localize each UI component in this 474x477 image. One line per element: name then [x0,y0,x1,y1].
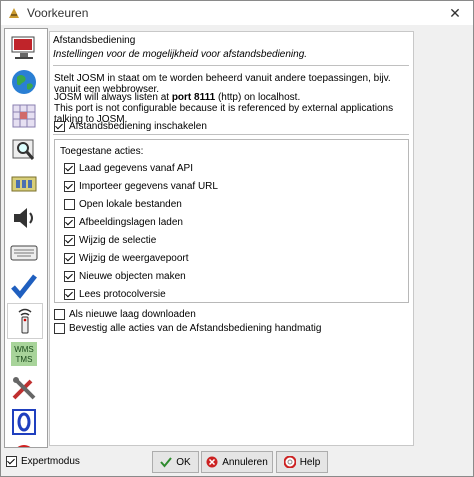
checkbox-label: Nieuwe objecten maken [79,271,186,282]
sidebar-item-audio[interactable] [7,201,41,235]
download-new-layer-checkbox[interactable]: Als nieuwe laag downloaden [54,309,196,320]
preferences-sidebar: WMSTMS ▲ ▼ [4,28,48,448]
check-icon [160,457,173,468]
sidebar-item-advanced[interactable] [7,371,41,405]
josm-app-icon [9,8,19,18]
allowed-actions-group: Toegestane acties: Laad gegevens vanaf A… [54,139,409,303]
cancel-icon [206,456,218,468]
checkbox-label: Wijzig de selectie [79,235,157,246]
sidebar-item-plugins[interactable] [7,167,41,201]
checkbox-label: Als nieuwe laag downloaden [69,309,196,320]
checkbox-label: Afbeeldingslagen laden [79,217,183,228]
wms-tms-icon: WMSTMS [11,342,37,366]
sidebar-item-map-projection[interactable] [7,99,41,133]
title-bar: Voorkeuren ✕ [1,1,473,25]
action-checkbox-import-url[interactable]: Importeer gegevens vanaf URL [64,181,218,192]
keyboard-icon [10,245,38,261]
ok-label: OK [176,456,191,468]
svg-text:TMS: TMS [16,355,33,364]
checkbox-box[interactable] [54,121,65,132]
cancel-label: Annuleren [222,456,268,468]
help-button[interactable]: Help [276,451,328,473]
close-button[interactable]: ✕ [437,1,473,25]
sidebar-item-shortcuts[interactable] [7,235,41,269]
port-info-suffix: (http) on localhost. [215,92,301,103]
action-checkbox-create-objects[interactable]: Nieuwe objecten maken [64,271,186,282]
port-info-prefix: JOSM will always listen at [54,92,172,103]
magnifier-icon [12,139,35,160]
cancel-button[interactable]: Annuleren [201,451,273,473]
action-checkbox-load-api[interactable]: Laad gegevens vanaf API [64,163,193,174]
panel-title: Afstandsbediening [53,35,136,46]
checkbox-box[interactable] [64,253,75,264]
action-checkbox-change-selection[interactable]: Wijzig de selectie [64,235,156,246]
checkbox-label: Lees protocolversie [79,289,166,300]
sidebar-item-display[interactable] [7,31,41,65]
ok-button[interactable]: OK [152,451,199,473]
checkbox-box[interactable] [54,309,65,320]
checkbox-box[interactable] [64,271,75,282]
checkbox-box[interactable] [54,323,65,334]
action-checkbox-load-imagery[interactable]: Afbeeldingslagen laden [64,217,183,228]
grid-icon [12,104,36,128]
remote-control-panel: Afstandsbediening Instellingen voor de m… [49,31,414,446]
checkbox-box[interactable] [64,199,75,210]
checkbox-label: Afstandsbediening inschakelen [69,121,207,132]
plugin-icon [11,176,37,192]
sidebar-item-map-settings[interactable] [7,133,41,167]
dialog-footer: Expertmodus OK Annuleren Help [1,448,473,476]
checkbox-label: Expertmodus [21,456,80,467]
sidebar-item-update[interactable] [7,439,41,447]
port-info-text: JOSM will always listen at port 8111 (ht… [54,92,300,103]
enable-remote-control-checkbox[interactable]: Afstandsbediening inschakelen [54,121,207,132]
checkbox-label: Wijzig de weergavepoort [79,253,189,264]
display-icon [11,36,35,59]
svg-text:WMS: WMS [14,345,34,354]
close-icon: ✕ [449,5,461,21]
validator-icon [12,409,36,435]
checkbox-box[interactable] [64,289,75,300]
checkmark-icon [11,274,37,299]
checkbox-label: Open lokale bestanden [79,199,182,210]
globe-icon [12,70,36,94]
checkbox-box[interactable] [64,163,75,174]
sidebar-item-remote-control[interactable] [7,303,43,339]
port-number: port 8111 [171,92,216,103]
remote-control-icon [18,308,32,334]
checkbox-label: Importeer gegevens vanaf URL [79,181,218,192]
sidebar-item-imagery[interactable]: WMS TMS [7,337,41,371]
checkbox-box[interactable] [6,456,17,467]
window-title: Voorkeuren [27,6,89,20]
speaker-icon [14,208,33,228]
circle-arrow-icon [17,445,31,447]
action-checkbox-change-viewport[interactable]: Wijzig de weergavepoort [64,253,189,264]
sidebar-item-connection[interactable] [7,65,41,99]
checkbox-box[interactable] [64,217,75,228]
sidebar-item-tagging[interactable] [7,405,41,439]
action-checkbox-read-protocol[interactable]: Lees protocolversie [64,289,166,300]
panel-subtitle: Instellingen voor de mogelijkheid voor a… [53,49,308,60]
checkbox-label: Laad gegevens vanaf API [79,163,193,174]
divider [53,65,409,66]
sidebar-item-validator[interactable] [7,269,41,303]
checkbox-box[interactable] [64,181,75,192]
checkbox-box[interactable] [64,235,75,246]
checkbox-label: Bevestig alle acties van de Afstandsbedi… [69,323,322,334]
group-label: Toegestane acties: [60,146,144,157]
help-label: Help [299,456,321,468]
action-checkbox-open-local[interactable]: Open lokale bestanden [64,199,182,210]
expert-mode-checkbox[interactable]: Expertmodus [6,456,80,467]
preferences-window: Voorkeuren ✕ WMS TMS Afstandsbediening I… [0,0,474,477]
tools-icon [12,377,36,400]
divider [53,134,409,135]
confirm-actions-checkbox[interactable]: Bevestig alle acties van de Afstandsbedi… [54,323,321,334]
help-icon [283,456,296,468]
